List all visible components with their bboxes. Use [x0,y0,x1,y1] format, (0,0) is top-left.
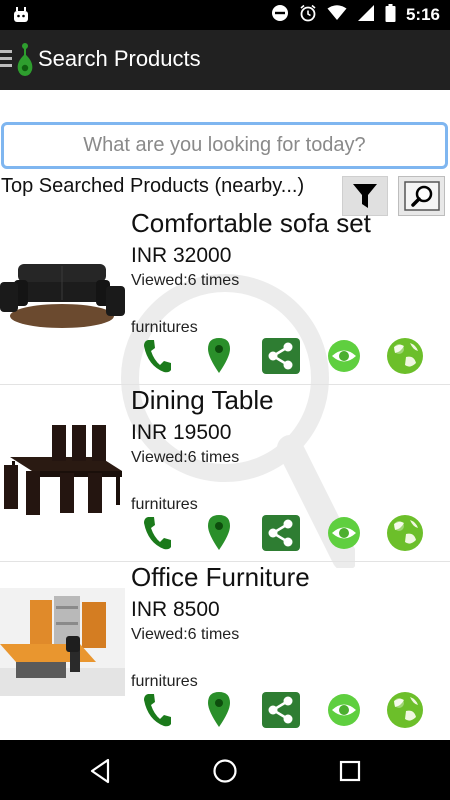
android-notification-icon [12,6,30,29]
section-title: Top Searched Products (nearby...) [1,175,305,197]
alarm-icon [299,4,317,27]
product-price: INR 32000 [131,244,232,267]
call-button[interactable] [137,690,177,730]
recents-icon [339,760,361,782]
view-button[interactable] [324,336,364,376]
phone-icon [144,517,171,550]
call-button[interactable] [137,336,177,376]
location-button[interactable] [199,336,239,376]
call-button[interactable] [137,513,177,553]
list-item[interactable]: Office Furniture INR 8500 Viewed:6 times… [0,562,450,738]
product-category: furnitures [131,673,198,690]
view-button[interactable] [324,513,364,553]
globe-icon [387,515,423,551]
share-button[interactable] [261,513,301,553]
share-button[interactable] [261,690,301,730]
list-item[interactable]: Dining Table INR 19500 Viewed:6 times fu… [0,385,450,562]
product-views: Viewed:6 times [131,449,240,466]
product-image[interactable] [0,411,125,519]
app-bar: Search Products [0,30,450,90]
website-button[interactable] [385,690,425,730]
product-list[interactable]: Comfortable sofa set INR 32000 Viewed:6 … [0,208,450,738]
list-item[interactable]: Comfortable sofa set INR 32000 Viewed:6 … [0,208,450,385]
location-pin-icon [208,515,230,550]
globe-icon [387,692,423,728]
share-icon [262,692,300,728]
back-icon [90,758,110,784]
product-actions [125,690,450,734]
app-logo-icon [14,40,36,80]
product-category: furnitures [131,319,198,336]
menu-icon[interactable] [0,46,12,72]
product-category: furnitures [131,496,198,513]
wifi-icon [327,4,347,27]
search-input[interactable] [4,125,445,166]
dnd-icon [271,4,289,27]
search-icon [403,181,440,211]
page-title: Search Products [38,46,201,71]
status-bar: 5:16 [0,0,450,30]
search-field[interactable] [1,122,448,169]
website-button[interactable] [385,513,425,553]
globe-icon [387,338,423,374]
product-views: Viewed:6 times [131,272,240,289]
share-button[interactable] [261,336,301,376]
eye-icon [328,517,360,549]
product-actions [125,336,450,380]
status-time: 5:16 [405,5,440,24]
product-views: Viewed:6 times [131,626,240,643]
product-actions [125,513,450,557]
recents-button[interactable] [335,756,365,786]
product-image[interactable] [0,588,125,696]
filter-icon [353,184,377,208]
location-pin-icon [208,692,230,727]
phone-icon [144,340,171,373]
product-name[interactable]: Office Furniture [131,562,310,593]
website-button[interactable] [385,336,425,376]
signal-icon [357,4,375,27]
product-name[interactable]: Dining Table [131,385,274,416]
view-button[interactable] [324,690,364,730]
home-icon [213,759,237,783]
product-price: INR 19500 [131,421,232,444]
share-icon [262,515,300,551]
eye-icon [328,694,360,726]
location-pin-icon [208,338,230,373]
battery-icon [385,3,396,27]
home-button[interactable] [210,756,240,786]
product-price: INR 8500 [131,598,220,621]
share-icon [262,338,300,374]
navigation-bar [0,740,450,800]
product-image[interactable] [0,234,125,342]
phone-icon [144,694,171,727]
back-button[interactable] [85,756,115,786]
location-button[interactable] [199,513,239,553]
product-name[interactable]: Comfortable sofa set [131,208,371,239]
location-button[interactable] [199,690,239,730]
eye-icon [328,340,360,372]
